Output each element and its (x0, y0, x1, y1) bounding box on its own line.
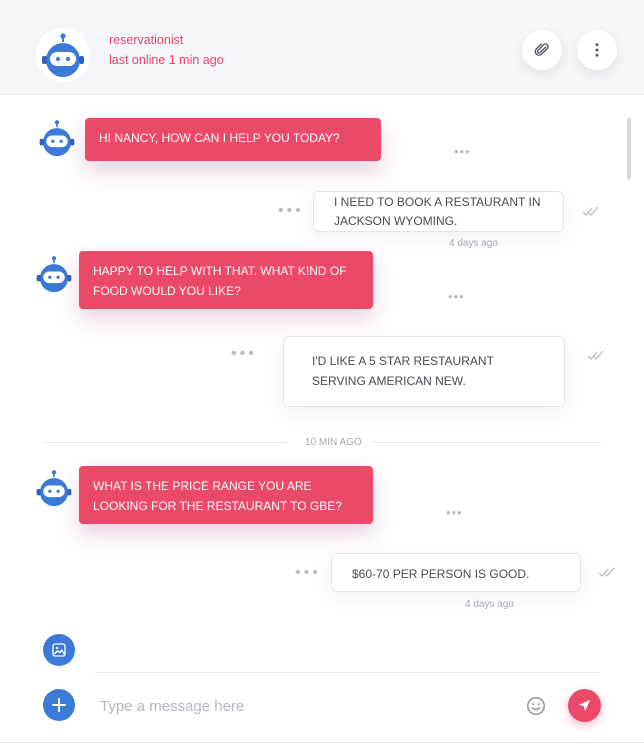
divider-line (371, 442, 601, 443)
message-options-dots[interactable]: ••• (295, 564, 321, 582)
read-receipt-icon (582, 206, 600, 216)
more-options-button[interactable] (577, 30, 617, 70)
composer-divider (95, 672, 600, 673)
bottom-border (0, 742, 644, 743)
bot-avatar (37, 118, 77, 158)
message-options-dots[interactable]: ••• (278, 202, 304, 220)
paperclip-icon (534, 43, 549, 56)
read-receipt-icon (598, 567, 616, 577)
message-timestamp: 4 days ago (449, 238, 498, 249)
typing-dots: ••• (446, 505, 463, 520)
contact-name: reservationist (109, 33, 184, 47)
bot-message: Hi Nancy, how can I help you today? (85, 118, 381, 161)
robot-icon (40, 32, 86, 78)
message-options-dots[interactable]: ••• (231, 345, 257, 363)
robot-icon (35, 255, 73, 293)
add-attachment-button[interactable] (43, 689, 75, 721)
user-message: I'd like a 5 star restaurant serving Ame… (283, 336, 565, 407)
read-receipt-icon (587, 350, 605, 360)
message-timestamp: 4 days ago (465, 599, 514, 610)
plus-icon (52, 698, 66, 712)
send-button[interactable] (568, 689, 601, 722)
typing-dots: ••• (454, 144, 471, 159)
divider-line (45, 442, 287, 443)
bot-avatar (34, 254, 74, 294)
bot-message: Happy to help with that. What kind of fo… (79, 251, 373, 309)
user-message: I need to book a restaurant in Jackson W… (313, 191, 564, 232)
typing-dots: ••• (448, 289, 465, 304)
image-icon (52, 643, 66, 657)
smiley-icon (527, 697, 545, 715)
bot-avatar (36, 28, 90, 82)
chat-header: reservationist last online 1 min ago (0, 0, 644, 95)
robot-icon (38, 119, 76, 157)
user-message: $60-70 per person is good. (331, 553, 581, 592)
attach-button[interactable] (522, 30, 562, 70)
scrollbar-thumb[interactable] (627, 118, 631, 180)
bot-message: What is the price range you are looking … (79, 466, 373, 524)
bot-avatar (34, 468, 74, 508)
send-icon (578, 699, 591, 712)
kebab-menu-icon (595, 43, 599, 57)
message-input[interactable] (100, 693, 500, 719)
image-upload-button[interactable] (43, 634, 75, 666)
time-divider: 10 MIN AGO (305, 437, 362, 448)
emoji-button[interactable] (525, 695, 547, 717)
robot-icon (35, 469, 73, 507)
contact-status: last online 1 min ago (109, 53, 224, 67)
